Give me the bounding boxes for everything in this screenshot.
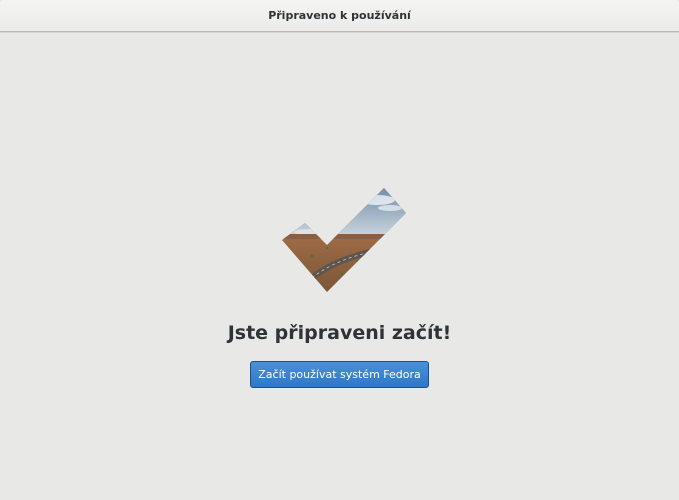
- checkmark-landscape-icon: [282, 188, 406, 292]
- title-bar: Připraveno k používání: [0, 0, 679, 32]
- window-title: Připraveno k používání: [268, 9, 411, 22]
- start-using-fedora-button[interactable]: Začít používat systém Fedora: [250, 361, 429, 388]
- ready-headline: Jste připraveni začít!: [227, 322, 452, 344]
- title-bar-divider: [0, 32, 679, 33]
- setup-window: Připraveno k používání Jste připraveni z…: [0, 0, 679, 500]
